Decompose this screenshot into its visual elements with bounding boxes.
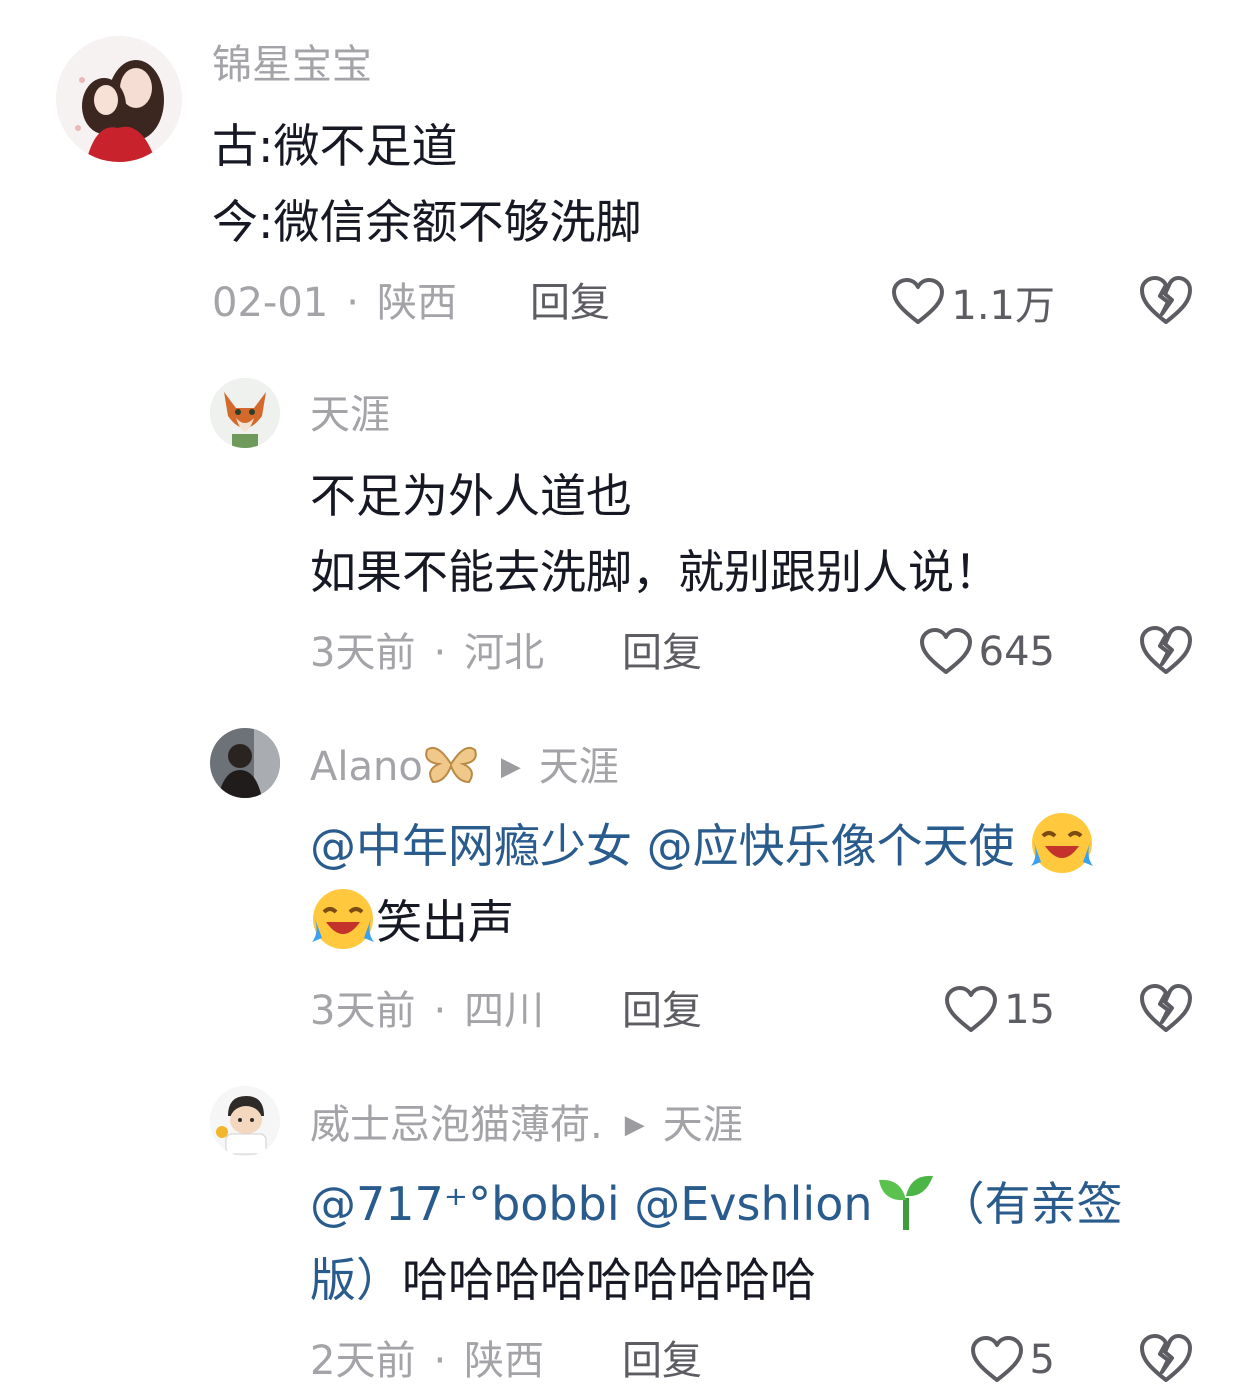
comment-meta: 3天前 · 河北: [310, 630, 545, 676]
heart-icon: [919, 628, 972, 674]
reply-button[interactable]: 回复: [622, 1336, 702, 1386]
comment-location: 河北: [464, 630, 545, 676]
seedling-icon: [878, 1175, 933, 1230]
heart-icon: [892, 278, 945, 324]
mention-link[interactable]: @应快乐像个天使: [647, 819, 1015, 873]
comment-line-text: 哈哈哈哈哈哈哈哈哈: [402, 1253, 816, 1307]
like-count: 15: [1004, 987, 1055, 1033]
comment-meta: 2天前 · 陕西: [310, 1338, 545, 1384]
comment-text: 古:微不足道 今:微信余额不够洗脚: [212, 108, 642, 260]
comment-line-tail[interactable]: （有亲签: [939, 1177, 1123, 1231]
like-button[interactable]: 645: [919, 624, 1055, 680]
heart-icon: [970, 1336, 1023, 1382]
reply-arrow-icon: ▶: [624, 1110, 645, 1140]
comment-line: 笑出声: [310, 884, 1095, 960]
comment-text: 不足为外人道也 如果不能去洗脚，就别跟别人说！: [310, 458, 1000, 610]
reply-button[interactable]: 回复: [530, 278, 610, 328]
comment-time: 3天前: [310, 630, 416, 676]
like-button[interactable]: 15: [944, 982, 1055, 1038]
comment-line-head[interactable]: 版）: [310, 1253, 402, 1307]
reply-to-name[interactable]: 天涯: [663, 1102, 743, 1148]
comment-text: @中年网瘾少女 @应快乐像个天使 笑出声: [310, 808, 1095, 960]
comment-text: @717⁺°bobbi @Evshlion （有亲签 版）哈哈哈哈哈哈哈哈哈: [310, 1166, 1123, 1318]
comment-line: @中年网瘾少女 @应快乐像个天使: [310, 808, 1095, 884]
reply-button[interactable]: 回复: [622, 628, 702, 678]
laughing-crying-icon: [1031, 813, 1094, 873]
laughing-crying-icon: [312, 889, 374, 949]
comment-line: 如果不能去洗脚，就别跟别人说！: [310, 545, 1000, 599]
reply-arrow-icon: ▶: [500, 752, 521, 782]
butterfly-icon: [425, 746, 477, 784]
avatar[interactable]: [210, 728, 280, 798]
like-count: 5: [1029, 1337, 1055, 1383]
username[interactable]: Alano ▶ 天涯: [310, 742, 619, 792]
username[interactable]: 锦星宝宝: [212, 40, 372, 90]
comment-meta: 02-01 · 陕西: [212, 280, 457, 326]
comment-line: 版）哈哈哈哈哈哈哈哈哈: [310, 1242, 1123, 1318]
fox-avatar-icon: [210, 378, 280, 448]
comment-meta: 3天前 · 四川: [310, 988, 545, 1034]
like-count: 1.1万: [951, 283, 1055, 329]
comment-line-text: 笑出声: [376, 895, 514, 949]
comment-location: 四川: [464, 988, 545, 1034]
reply-button[interactable]: 回复: [622, 986, 702, 1036]
girls-avatar-icon: [56, 36, 182, 162]
cartoon-boy-avatar-icon: [210, 1086, 280, 1156]
comment-time: 3天前: [310, 988, 416, 1034]
like-button[interactable]: 1.1万: [891, 274, 1055, 330]
comment-location: 陕西: [376, 280, 457, 326]
comment-line: 不足为外人道也: [310, 469, 632, 523]
username[interactable]: 天涯: [310, 390, 390, 440]
comment-line: @717⁺°bobbi @Evshlion （有亲签: [310, 1166, 1123, 1242]
avatar[interactable]: [210, 378, 280, 448]
username-text: 威士忌泡猫薄荷.: [310, 1102, 603, 1148]
comment-time: 2天前: [310, 1338, 416, 1384]
like-button[interactable]: 5: [970, 1332, 1055, 1388]
broken-heart-icon[interactable]: [1138, 274, 1194, 328]
avatar[interactable]: [210, 1086, 280, 1156]
comment-line: 今:微信余额不够洗脚: [212, 195, 642, 249]
avatar[interactable]: [56, 36, 182, 162]
like-count: 645: [978, 629, 1055, 675]
comment-line: 古:微不足道: [212, 119, 458, 173]
comment-location: 陕西: [464, 1338, 545, 1384]
heart-icon: [945, 986, 998, 1032]
username[interactable]: 威士忌泡猫薄荷. ▶ 天涯: [310, 1100, 743, 1150]
person-avatar-icon: [210, 728, 280, 798]
mention-link[interactable]: @717⁺°bobbi: [310, 1177, 620, 1231]
broken-heart-icon[interactable]: [1138, 1332, 1194, 1386]
mention-link[interactable]: @中年网瘾少女: [310, 819, 632, 873]
username-text: Alano: [310, 744, 423, 790]
broken-heart-icon[interactable]: [1138, 624, 1194, 678]
mention-link[interactable]: @Evshlion: [634, 1177, 872, 1231]
reply-to-name[interactable]: 天涯: [539, 744, 619, 790]
comment-time: 02-01: [212, 280, 329, 326]
broken-heart-icon[interactable]: [1138, 982, 1194, 1036]
